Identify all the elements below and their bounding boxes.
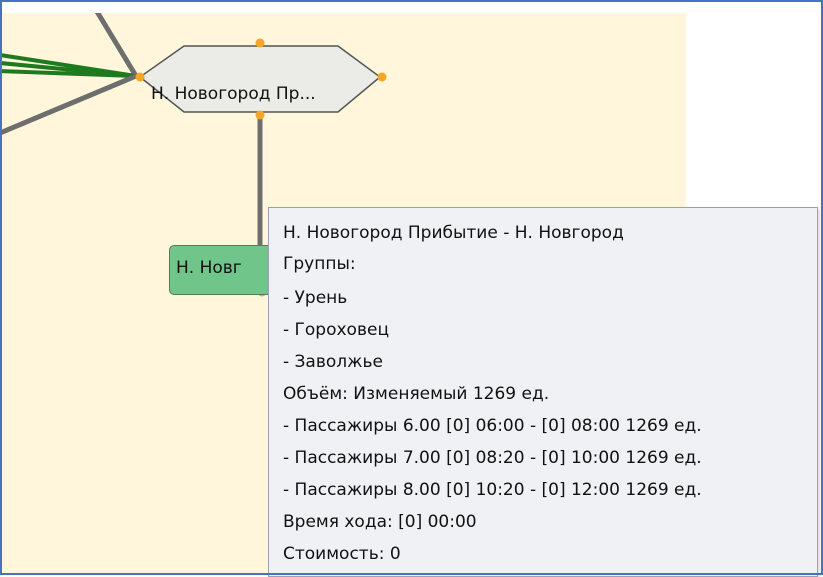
port-top[interactable] [255,38,265,48]
port-bottom[interactable] [255,110,265,120]
window-frame: Н. Новогород Пр... Н. Новг Н. Новогород … [0,0,823,577]
tooltip-travel-time: Время хода: [0] 00:00 [283,512,477,532]
tooltip-volume: Объём: Изменяемый 1269 ед. [283,384,550,404]
tooltip-title: Н. Новогород Прибытие - Н. Новгород [283,223,624,243]
tooltip-trip: - Пассажиры 7.00 [0] 08:20 - [0] 10:00 1… [283,448,702,468]
tooltip-groups-heading: Группы: [283,254,356,274]
frame-border-left [0,0,2,575]
edge-tooltip: Н. Новогород Прибытие - Н. Новгород Груп… [268,207,818,577]
frame-border-top [0,0,823,2]
tooltip-group-item: - Гороховец [283,320,390,340]
green-node-label: Н. Новг [176,258,242,278]
tooltip-cost: Стоимость: 0 [283,544,401,564]
tooltip-trip: - Пассажиры 8.00 [0] 10:20 - [0] 12:00 1… [283,480,702,500]
port-left[interactable] [135,72,145,82]
port-right[interactable] [377,72,387,82]
edge-gray-top[interactable] [90,13,139,79]
tooltip-group-item: - Заволжье [283,352,383,372]
tooltip-group-item: - Урень [283,288,348,308]
edge-gray-left[interactable] [2,73,139,135]
tooltip-trip: - Пассажиры 6.00 [0] 06:00 - [0] 08:00 1… [283,416,702,436]
station-node-label: Н. Новогород Пр... [151,84,316,104]
